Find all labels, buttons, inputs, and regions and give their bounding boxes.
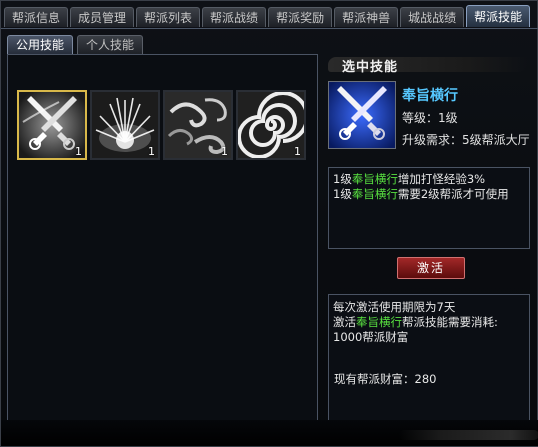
description-line-2: 1级奉旨横行需要2级帮派才可使用 [333,187,525,202]
tab-guild-info[interactable]: 帮派信息 [4,7,69,27]
activation-info-box: 每次激活使用期限为7天 激活奉旨横行帮派技能需要消耗: 1000帮派财富 现有帮… [328,294,530,422]
description-skill-name: 奉旨横行 [351,187,398,201]
bottom-decoration [1,420,538,446]
skill-slot-crossed-swords[interactable]: 1 [17,90,87,160]
description-level: 1级 [333,172,352,186]
skill-slot-burst[interactable]: 1 [90,90,160,160]
tab-city-war-record[interactable]: 城战战绩 [400,7,465,27]
selected-skill-icon-frame [328,81,396,149]
tab-divider [1,28,538,29]
activate-button[interactable]: 激活 [397,257,465,279]
skill-count: 1 [221,145,228,158]
guild-window: 帮派信息 成员管理 帮派列表 帮派战绩 帮派奖励 帮派神兽 城战战绩 帮派技能 … [0,0,538,447]
tab-guild-list[interactable]: 帮派列表 [136,7,201,27]
description-line-1: 1级奉旨横行增加打怪经验3% [333,172,525,187]
info-cost-amount: 1000帮派财富 [333,330,409,344]
info-skill-name: 奉旨横行 [356,315,402,329]
description-level: 1级 [333,187,352,201]
sub-tab-public-skills[interactable]: 公用技能 [7,35,74,54]
sub-tab-personal-skills[interactable]: 个人技能 [77,35,144,54]
guild-tab-bar: 帮派信息 成员管理 帮派列表 帮派战绩 帮派奖励 帮派神兽 城战战绩 帮派技能 [4,5,532,29]
info-duration: 每次激活使用期限为7天 [333,300,456,314]
selected-skill-header: 选中技能 [328,53,528,75]
tab-guild-battle-record[interactable]: 帮派战绩 [202,7,267,27]
description-effect: 增加打怪经验3% [397,172,486,186]
info-cost-line: 激活奉旨横行帮派技能需要消耗: [333,315,525,330]
skill-count: 1 [75,145,82,158]
skill-count: 1 [148,145,155,158]
tab-guild-skills[interactable]: 帮派技能 [466,5,531,27]
description-skill-name: 奉旨横行 [351,172,398,186]
skill-grid: 1 1 1 1 [17,90,309,160]
selected-skill-requirement: 升级需求：5级帮派大厅 [402,133,530,147]
tab-member-management[interactable]: 成员管理 [70,7,135,27]
selected-skill-level: 等级：1级 [402,111,458,125]
brush-stroke-decoration [399,430,538,440]
skill-slot-wind-swirl[interactable]: 1 [163,90,233,160]
selected-skill-title: 选中技能 [342,60,399,75]
skill-sub-tabs: 公用技能 个人技能 [7,35,147,54]
info-cost-suffix: 帮派技能需要消耗: [402,315,498,329]
skill-slot-spiral[interactable]: 1 [236,90,306,160]
skill-description-box: 1级奉旨横行增加打怪经验3% 1级奉旨横行需要2级帮派才可使用 [328,167,530,249]
skill-count: 1 [294,145,301,158]
current-guild-wealth: 现有帮派财富：280 [334,372,437,386]
skill-list-panel: 1 1 1 1 [7,54,318,422]
crossed-swords-icon [329,82,395,148]
description-requirement: 需要2级帮派才可使用 [397,187,509,201]
tab-guild-rewards[interactable]: 帮派奖励 [268,7,333,27]
tab-guild-beast[interactable]: 帮派神兽 [334,7,399,27]
info-cost-prefix: 激活 [333,315,356,329]
selected-skill-name: 奉旨横行 [402,88,458,104]
